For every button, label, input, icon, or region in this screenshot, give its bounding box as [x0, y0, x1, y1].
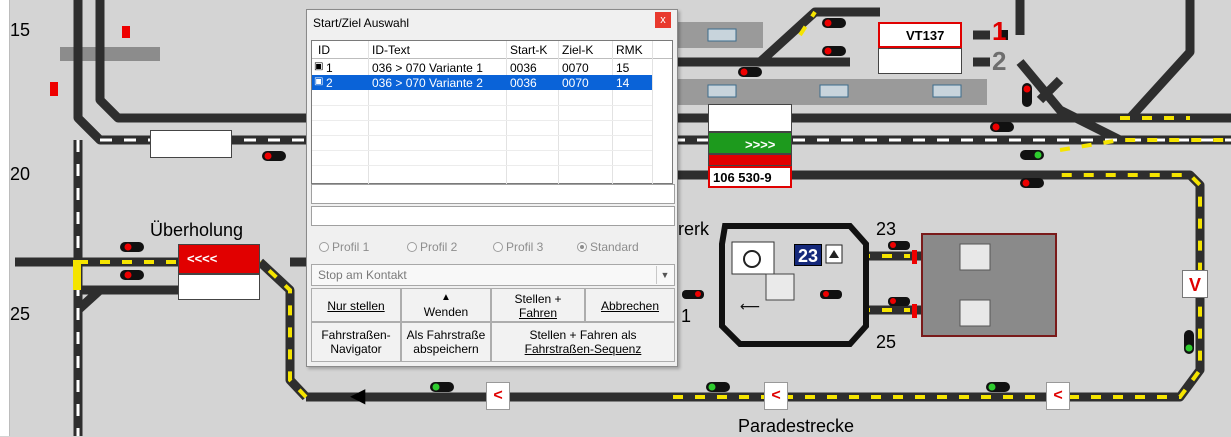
cell-start: 0036 — [510, 76, 537, 90]
row-label-25: 25 — [10, 304, 31, 324]
cell-text: 036 > 070 Variante 1 — [372, 61, 483, 75]
stellen-fahren-label-1: Stellen + — [514, 292, 562, 306]
col-id-text[interactable]: ID-Text — [372, 43, 410, 57]
navigator-label-2: Navigator — [330, 342, 382, 356]
stellen-fahren-sequenz-button[interactable]: Stellen + Fahren als Fahrstraßen-Sequenz — [491, 322, 675, 362]
chevron-down-icon[interactable]: ▼ — [656, 266, 673, 284]
nur-stellen-label: Nur stellen — [327, 299, 385, 313]
cell-rmk: 15 — [616, 61, 630, 75]
nur-stellen-button[interactable]: Nur stellen — [311, 288, 401, 322]
row-label-20: 20 — [10, 164, 31, 184]
fahrstrassen-navigator-button[interactable]: Fahrstraßen- Navigator — [311, 322, 401, 362]
paradestrecke-label: Paradestrecke — [738, 416, 855, 436]
triangle-up-icon: ▲ — [441, 292, 451, 303]
abbrechen-button[interactable]: Abbrechen — [585, 288, 675, 322]
ueberholung-label: Überholung — [150, 220, 244, 240]
info-field-1 — [311, 184, 675, 204]
cell-ziel: 0070 — [562, 61, 589, 75]
route-box-green[interactable]: >>>> — [708, 132, 792, 154]
route-arrows-left: <<<< — [187, 251, 218, 266]
stop-select[interactable]: Stop am Kontakt ▼ — [311, 264, 675, 286]
train-box-vt137[interactable]: VT137 — [878, 22, 962, 48]
route-arrows-right: >>>> — [745, 137, 776, 152]
ueberholung-occupied-box[interactable]: <<<< — [178, 244, 260, 274]
turntable-number[interactable]: 23 — [794, 244, 822, 266]
cell-text: 036 > 070 Variante 2 — [372, 76, 483, 90]
wenden-label: Wenden — [423, 305, 469, 319]
platform-1-label: 1 — [992, 16, 1007, 46]
col-ziel-k[interactable]: Ziel-K — [562, 43, 593, 57]
navigator-label-1: Fahrstraßen- — [321, 328, 391, 342]
row-label-15: 15 — [10, 20, 31, 40]
platform-2-label: 2 — [992, 46, 1007, 76]
train-id-vt137: VT137 — [906, 28, 945, 43]
stop-select-value: Stop am Kontakt — [318, 268, 407, 282]
cell-id: 2 — [326, 76, 333, 90]
wenden-button[interactable]: ▲ Wenden — [401, 288, 491, 322]
radio-profil-1[interactable]: Profil 1 — [319, 240, 369, 254]
speichern-label-1: Als Fahrstraße — [406, 328, 486, 342]
left-frame — [0, 0, 9, 436]
signal-v-box[interactable]: V — [1182, 270, 1208, 298]
radio-dot — [407, 242, 417, 252]
radio-profil-2[interactable]: Profil 2 — [407, 240, 457, 254]
cell-rmk: 14 — [616, 76, 630, 90]
radio-dot — [319, 242, 329, 252]
cell-ziel: 0070 — [562, 76, 589, 90]
ueberholung-free-box[interactable] — [178, 274, 260, 300]
stellen-fahren-label-2: Fahren — [518, 306, 558, 320]
block-box-platform-2[interactable] — [878, 48, 962, 74]
list-header: ID ID-Text Start-K Ziel-K RMK — [312, 41, 672, 59]
block-box-left[interactable] — [150, 130, 232, 158]
route-list[interactable]: ID ID-Text Start-K Ziel-K RMK ▣ 1 036 > … — [311, 40, 673, 185]
occupied-box[interactable] — [708, 154, 792, 166]
route-variant-icon: ▣ — [314, 76, 324, 87]
radio-label: Profil 1 — [332, 240, 370, 254]
info-field-2 — [311, 206, 675, 226]
abbrechen-label: Abbrechen — [600, 299, 660, 313]
dialog-title: Start/Ziel Auswahl — [313, 16, 410, 30]
table-row-selected[interactable]: ▣ 2 036 > 070 Variante 2 0036 0070 14 — [312, 75, 652, 90]
sequenz-label-1: Stellen + Fahren als — [529, 328, 637, 342]
cell-id: 1 — [326, 61, 333, 75]
radio-label: Profil 2 — [420, 240, 458, 254]
col-start-k[interactable]: Start-K — [510, 43, 547, 57]
loco-number: 106 530-9 — [713, 170, 772, 185]
sequenz-label-2: Fahrstraßen-Sequenz — [524, 342, 642, 356]
stellen-fahren-button[interactable]: Stellen + Fahren — [491, 288, 585, 322]
radio-label: Standard — [590, 240, 639, 254]
table-row[interactable]: ▣ 1 036 > 070 Variante 1 0036 0070 15 — [312, 60, 652, 75]
train-direction-arrow-icon: ◀ — [350, 385, 366, 407]
radio-dot-checked — [577, 242, 587, 252]
block-box-main-top[interactable] — [708, 104, 792, 132]
track-23-label: 23 — [876, 219, 897, 239]
loco-box[interactable]: 106 530-9 — [708, 166, 792, 188]
radio-dot — [493, 242, 503, 252]
radio-label: Profil 3 — [506, 240, 544, 254]
cell-start: 0036 — [510, 61, 537, 75]
route-variant-icon: ▣ — [314, 61, 324, 72]
direction-marker-1[interactable]: < — [486, 382, 510, 410]
als-fahrstrasse-speichern-button[interactable]: Als Fahrstraße abspeichern — [401, 322, 491, 362]
werk-label: rerk — [678, 219, 709, 239]
direction-marker-2[interactable]: < — [764, 382, 788, 410]
close-icon[interactable]: x — [655, 12, 671, 28]
direction-marker-3[interactable]: < — [1046, 382, 1070, 410]
radio-standard[interactable]: Standard — [577, 240, 639, 254]
start-ziel-dialog: Start/Ziel Auswahl x ID ID-Text Start-K … — [306, 9, 678, 367]
col-id[interactable]: ID — [318, 43, 330, 57]
speichern-label-2: abspeichern — [413, 342, 479, 356]
col-rmk[interactable]: RMK — [616, 43, 643, 57]
track-1-label: 1 — [681, 306, 692, 326]
radio-profil-3[interactable]: Profil 3 — [493, 240, 543, 254]
loco-arrow-icon: ⟵ — [740, 298, 761, 314]
track-25-label: 25 — [876, 332, 897, 352]
